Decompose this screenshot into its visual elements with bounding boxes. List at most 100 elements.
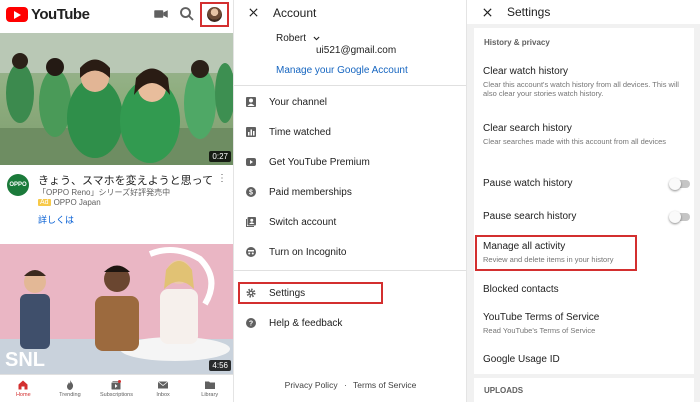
gear-icon [246,288,256,298]
menu-switch-account[interactable]: Switch account [234,210,466,234]
youtube-play-icon [6,7,28,22]
account-footer: Privacy Policy · Terms of Service [234,380,466,390]
setting-manage-all-activity[interactable]: Manage all activity Review and delete it… [483,241,683,264]
nav-inbox[interactable]: Inbox [140,375,187,402]
video-subtitle: 「OPPO Reno」シリーズ好評発売中 [38,188,171,197]
learn-more-link[interactable]: 詳しくは [38,213,74,226]
setting-title: Pause search history [483,211,577,222]
home-icon [18,380,28,390]
setting-title: Clear watch history [483,66,569,77]
nav-library[interactable]: Library [186,375,233,402]
setting-pause-watch-history[interactable]: Pause watch history [483,178,683,189]
help-icon: ? [246,318,256,328]
menu-label: Help & feedback [269,317,343,329]
video-duration: 4:56 [209,360,231,371]
setting-pause-search-history[interactable]: Pause search history [483,211,683,222]
setting-desc: Read YouTube's Terms of Service [483,326,596,335]
more-vert-icon[interactable]: ⋮ [217,173,227,184]
nav-trending[interactable]: Trending [47,375,94,402]
nav-label: Inbox [156,392,170,398]
youtube-logo[interactable]: YouTube [6,6,90,23]
setting-title: YouTube Terms of Service [483,312,600,323]
setting-terms-of-service[interactable]: YouTube Terms of Service Read YouTube's … [483,312,683,335]
nav-home[interactable]: Home [0,375,47,402]
user-email: ui521@gmail.com [316,45,397,56]
menu-get-premium[interactable]: Get YouTube Premium [234,150,466,174]
chevron-down-icon [313,36,320,41]
setting-title: Blocked contacts [483,284,559,295]
nav-subscriptions[interactable]: Subscriptions [93,375,140,402]
svg-text:?: ? [249,321,253,328]
ad-badge: Ad [38,199,51,206]
account-avatar-highlight[interactable] [200,2,229,27]
person-icon [246,97,256,107]
play-icon [246,158,256,166]
menu-label: Turn on Incognito [269,246,347,258]
account-panel: Account Robert ui521@gmail.com Manage yo… [233,0,466,402]
setting-title: Manage all activity [483,241,566,252]
menu-label: Time watched [269,126,331,138]
setting-desc: Clear this account's watch history from … [483,80,679,98]
manage-google-account-link[interactable]: Manage your Google Account [276,65,408,76]
setting-desc: Review and delete items in your history [483,255,614,264]
crowd-dancing-image [0,33,233,165]
search-icon[interactable] [178,5,196,23]
nav-label: Trending [59,392,81,398]
setting-clear-search-history[interactable]: Clear search history Clear searches made… [483,123,683,146]
video-meta-1[interactable]: OPPO きょう、スマホを変えようと思って 「OPPO Reno」シリーズ好評発… [0,168,233,234]
menu-time-watched[interactable]: Time watched [234,120,466,144]
menu-label: Switch account [269,216,337,228]
bar-chart-icon [246,127,256,137]
setting-title: Clear search history [483,123,572,134]
settings-title: Settings [507,5,551,19]
setting-desc: Clear searches made with this account fr… [483,137,666,146]
subscriptions-icon [111,380,122,390]
nav-label: Home [15,392,31,398]
account-switcher[interactable]: Robert [276,33,321,44]
user-name: Robert [276,33,307,44]
bottom-nav: Home Trending Subscriptions Inbox Librar… [0,374,233,402]
youtube-wordmark: YouTube [31,6,90,23]
ad-line: Ad OPPO Japan [38,198,101,207]
mail-icon [157,381,169,389]
menu-settings[interactable]: Settings [234,281,466,305]
close-icon[interactable] [482,7,493,18]
terms-of-service-link[interactable]: Terms of Service [353,380,416,390]
menu-label: Get YouTube Premium [269,156,370,168]
switch-account-icon [246,217,256,227]
channel-avatar[interactable]: OPPO [7,174,29,196]
video-camera-icon[interactable] [152,5,170,23]
video-duration: 0:27 [209,151,231,162]
video-title[interactable]: きょう、スマホを変えようと思って [38,172,218,188]
section-header-history: History & privacy [484,38,550,47]
nav-label: Subscriptions [99,392,133,398]
menu-paid-memberships[interactable]: $ Paid memberships [234,180,466,204]
menu-label: Settings [269,287,306,299]
setting-blocked-contacts[interactable]: Blocked contacts [483,284,683,295]
footer-separator: · [343,380,347,390]
dollar-icon: $ [246,187,256,197]
setting-title: Pause watch history [483,178,573,189]
history-privacy-card: History & privacy Clear watch history Cl… [474,28,694,374]
settings-panel: Settings History & privacy Clear watch h… [466,0,700,402]
close-icon[interactable] [248,7,259,18]
youtube-top-bar: YouTube [0,0,233,29]
pause-search-history-toggle[interactable] [669,211,690,223]
video-thumbnail-2[interactable]: SNL 4:56 [0,244,233,374]
menu-your-channel[interactable]: Your channel [234,90,466,114]
menu-help-feedback[interactable]: ? Help & feedback [234,311,466,335]
pause-watch-history-toggle[interactable] [669,178,690,190]
menu-label: Your channel [269,96,328,108]
divider [234,270,466,271]
incognito-icon [246,247,256,257]
folder-icon [204,381,215,389]
setting-google-usage-id[interactable]: Google Usage ID [483,354,683,365]
setting-clear-watch-history[interactable]: Clear watch history Clear this account's… [483,66,683,98]
privacy-policy-link[interactable]: Privacy Policy [285,380,338,390]
avatar[interactable] [207,7,222,22]
setting-title: Google Usage ID [483,354,560,365]
video-thumbnail-1[interactable]: 0:27 [0,33,233,165]
menu-label: Paid memberships [269,186,352,198]
settings-header: Settings [467,0,700,24]
menu-incognito[interactable]: Turn on Incognito [234,240,466,264]
